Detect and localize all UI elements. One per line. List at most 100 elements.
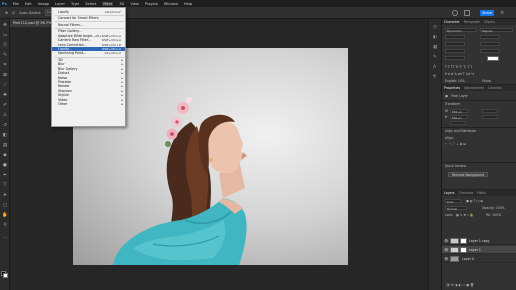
lasso-tool-icon[interactable]: ⓞ	[2, 43, 8, 48]
x-field[interactable]	[482, 109, 498, 113]
type-tool-icon[interactable]: T	[2, 183, 8, 188]
color-icon[interactable]: ◐	[433, 35, 439, 40]
tab-channels[interactable]: Channels	[459, 191, 474, 195]
type-style-buttons[interactable]: T T TT Tr T¹ T₁ T T	[445, 65, 472, 69]
history-brush-icon[interactable]: ↺	[2, 123, 8, 128]
menu-window[interactable]: Window	[164, 2, 178, 6]
baseline-shift-field[interactable]	[445, 56, 465, 60]
y-field[interactable]	[482, 115, 498, 119]
angle-field[interactable]	[450, 121, 466, 125]
tab-paragraph[interactable]: Paragraph	[464, 20, 480, 24]
brush-settings-icon[interactable]: ✎	[433, 55, 439, 60]
layer-name[interactable]: Layer 0	[462, 257, 474, 261]
dodge-tool-icon[interactable]: ●	[2, 163, 8, 168]
path-select-icon[interactable]: ➤	[2, 193, 8, 198]
gradient-tool-icon[interactable]: ▤	[2, 143, 8, 148]
tab-adjustments[interactable]: Adjustments	[464, 86, 484, 90]
lock-buttons[interactable]: ▦ ✎ ✥ ⌗ 🔒	[456, 213, 474, 217]
menu-3d[interactable]: 3D	[119, 2, 124, 6]
antialias-select[interactable]: Sharp	[482, 79, 491, 83]
tab-glyphs[interactable]: Glyphs	[484, 20, 495, 24]
font-size-field[interactable]	[445, 35, 465, 39]
character-panel-icon[interactable]: A	[433, 65, 439, 70]
layer-filter-kind[interactable]: Kind	[445, 199, 461, 204]
align-section-title[interactable]: Align and Distribute	[445, 129, 476, 133]
vertical-scale-field[interactable]	[445, 49, 465, 53]
clone-stamp-icon[interactable]: ♙	[2, 113, 8, 118]
blend-mode-select[interactable]: Normal	[445, 206, 467, 211]
filter-menu-item-other[interactable]: Other ▸	[52, 102, 125, 106]
layer-row[interactable]: 👁 Layer 1	[442, 246, 516, 254]
visibility-eye-icon[interactable]: 👁	[444, 239, 448, 243]
opacity-field[interactable]: Opacity: 100%	[482, 206, 505, 210]
menu-plugins[interactable]: Plugins	[145, 2, 158, 6]
width-field[interactable]: 856 px	[450, 109, 468, 114]
eyedropper-tool-icon[interactable]: ⁄	[2, 83, 8, 88]
auto-select-checkbox[interactable]: ☑	[12, 11, 15, 15]
tab-properties[interactable]: Properties	[444, 86, 460, 90]
layer-filter-icons[interactable]: ▣ ◐ T ▢ ⊞	[466, 199, 483, 203]
zoom-tool-icon[interactable]: ⚲	[2, 223, 8, 228]
quick-select-tool-icon[interactable]: ✎	[2, 53, 8, 58]
kerning-field[interactable]	[445, 42, 465, 46]
marquee-tool-icon[interactable]: ▭	[2, 33, 8, 38]
menu-image[interactable]: Image	[38, 2, 49, 6]
menu-type[interactable]: Type	[71, 2, 79, 6]
crop-tool-icon[interactable]: ⌗	[2, 63, 8, 68]
menu-view[interactable]: View	[130, 2, 139, 6]
height-field[interactable]: 856 px	[450, 115, 468, 120]
healing-brush-icon[interactable]: ✚	[2, 93, 8, 98]
filter-menu-item-liquify[interactable]: Liquify Alt+Ctrl+F	[52, 10, 125, 14]
blur-tool-icon[interactable]: ◆	[2, 153, 8, 158]
search-icon[interactable]	[452, 10, 458, 16]
menu-edit[interactable]: Edit	[25, 2, 32, 6]
layer-mask-thumbnail[interactable]	[460, 238, 467, 244]
frame-tool-icon[interactable]: ⊠	[2, 73, 8, 78]
workspace-icon[interactable]	[464, 10, 470, 16]
history-icon[interactable]: ◷	[433, 25, 439, 30]
language-select[interactable]: English: USA	[445, 79, 465, 83]
menu-filter[interactable]: Filter	[102, 1, 114, 6]
quick-actions-title[interactable]: Quick Actions	[445, 164, 466, 168]
tab-character[interactable]: Character	[444, 20, 460, 24]
layer-name[interactable]: Layer 1 copy	[469, 239, 490, 243]
menu-file[interactable]: File	[13, 2, 19, 6]
move-tool-icon[interactable]: ✥	[2, 23, 8, 28]
remove-background-button[interactable]: Remove Background	[448, 172, 488, 177]
font-style-select[interactable]: Regular	[480, 28, 513, 33]
tab-paths[interactable]: Paths	[477, 191, 486, 195]
layer-row[interactable]: 👁 Layer 0	[442, 255, 516, 263]
layer-row[interactable]: 👁 Layer 1 copy	[442, 237, 516, 245]
eraser-tool-icon[interactable]: ◧	[2, 133, 8, 138]
tab-layers[interactable]: Layers	[444, 191, 455, 195]
opentype-buttons[interactable]: ﬁ ơ st A ad T 1st ½	[445, 72, 474, 76]
text-color-swatch[interactable]	[487, 56, 499, 61]
font-family-select[interactable]: Myriad Pro	[445, 28, 477, 33]
menu-select[interactable]: Select	[85, 2, 96, 6]
swatches-icon[interactable]: ▦	[433, 45, 439, 50]
more-tools-icon[interactable]: …	[2, 235, 8, 240]
hand-tool-icon[interactable]: ✋	[2, 213, 8, 218]
transform-section-title[interactable]: Transform	[445, 102, 460, 106]
paragraph-panel-icon[interactable]: ¶	[433, 75, 439, 80]
filter-menu-item-neural-filters[interactable]: Neural Filters...	[52, 23, 125, 27]
filter-menu-item-convert-for-smart-filters[interactable]: Convert for Smart Filters	[52, 16, 125, 20]
move-tool-icon[interactable]: ✥	[5, 11, 8, 15]
layer-name[interactable]: Layer 1	[469, 248, 481, 252]
window-close-icon[interactable]: ×	[500, 10, 506, 16]
brush-tool-icon[interactable]: ✐	[2, 103, 8, 108]
menu-ps[interactable]: Ps	[2, 2, 7, 6]
menu-help[interactable]: Help	[184, 2, 192, 6]
filter-menu-item-vanishing-point[interactable]: Vanishing Point... Alt+Ctrl+V	[52, 51, 125, 55]
share-button[interactable]: Share	[480, 10, 494, 16]
leading-field[interactable]	[480, 35, 500, 39]
layer-mask-thumbnail[interactable]	[460, 247, 467, 253]
tab-libraries[interactable]: Libraries	[488, 86, 502, 90]
background-color-swatch[interactable]	[3, 273, 8, 278]
menu-layer[interactable]: Layer	[55, 2, 65, 6]
visibility-eye-icon[interactable]: 👁	[444, 257, 448, 261]
layer-panel-footer-icons[interactable]: ⛓ fx ◑ ◐ ▭ ▣ 🗑	[446, 283, 474, 287]
fill-field[interactable]: Fill: 100%	[486, 213, 501, 217]
pen-tool-icon[interactable]: ✒	[2, 173, 8, 178]
shape-tool-icon[interactable]: ▢	[2, 203, 8, 208]
